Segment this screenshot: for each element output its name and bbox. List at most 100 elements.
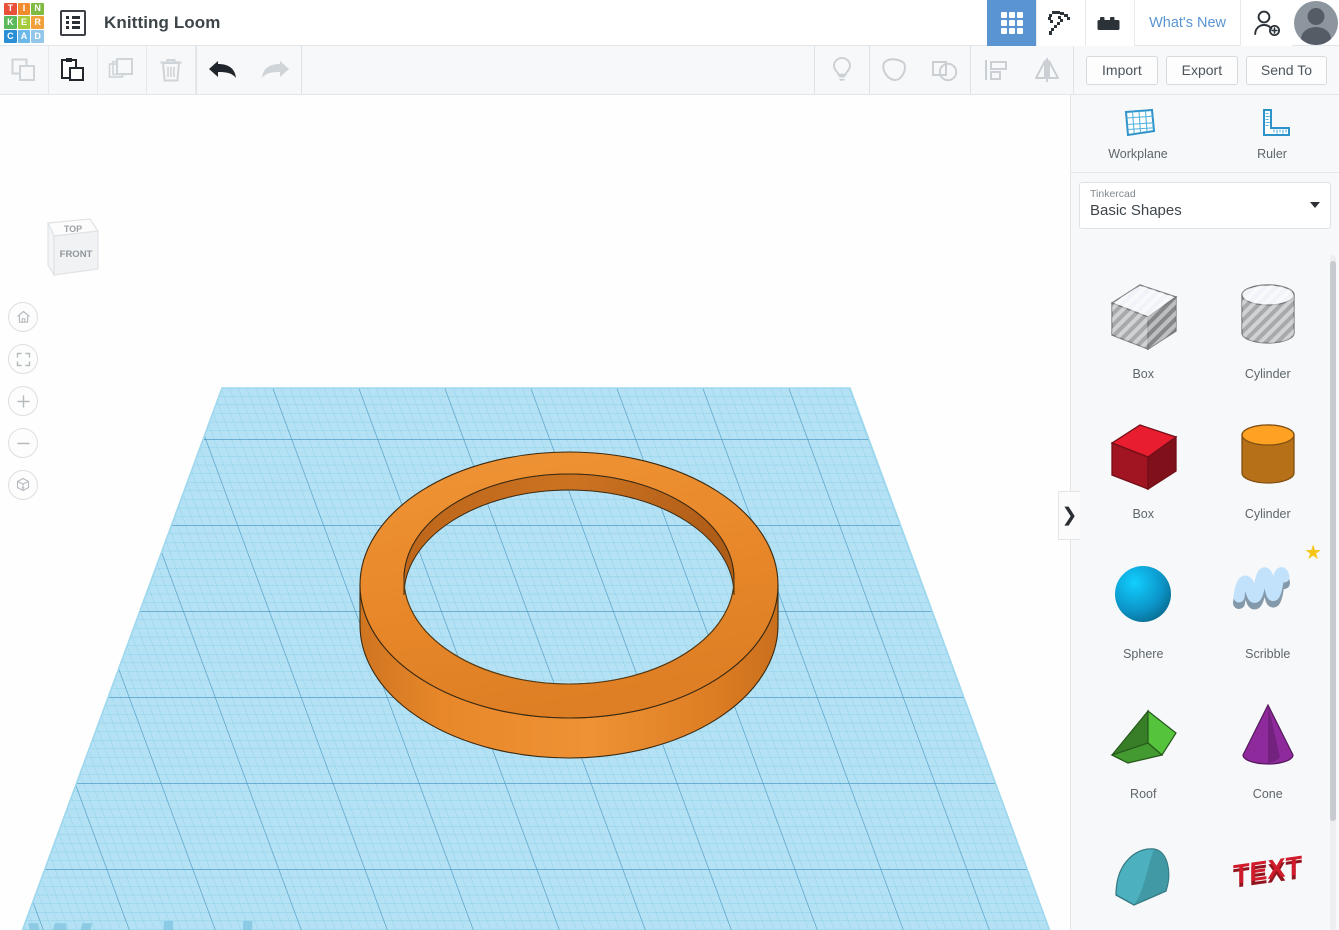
paste-button[interactable]	[49, 45, 98, 95]
ruler-tool-label: Ruler	[1257, 146, 1287, 161]
ruler-tool[interactable]: Ruler	[1205, 95, 1339, 172]
shape-sphere[interactable]: Sphere	[1081, 541, 1206, 681]
shape-cylinder-hole-label: Cylinder	[1244, 367, 1291, 381]
plus-icon	[16, 394, 30, 408]
logo-tile-r: R	[31, 16, 44, 29]
svg-text:TOP: TOP	[64, 224, 82, 234]
undo-button[interactable]	[197, 46, 249, 95]
list-menu-icon[interactable]	[60, 9, 86, 36]
workplane-tool[interactable]: Workplane	[1071, 95, 1205, 172]
logo-tile-i: I	[17, 2, 31, 16]
workplane-scene: Workplane	[0, 95, 1070, 930]
shape-list-scrollbar[interactable]	[1330, 261, 1336, 821]
minus-icon	[16, 442, 30, 444]
whats-new-link[interactable]: What's New	[1134, 0, 1240, 46]
shape-scribble[interactable]: ★ Scribble	[1206, 541, 1331, 681]
avatar-head	[1307, 7, 1325, 25]
shape-roof-thumbnail	[1100, 693, 1186, 779]
mirror-button[interactable]	[1021, 46, 1073, 95]
zoom-in-button[interactable]	[8, 386, 38, 416]
shape-library-group-label: Tinkercad	[1090, 188, 1136, 200]
trash-icon	[160, 59, 182, 82]
shape-cone[interactable]: Cone	[1206, 681, 1331, 821]
shape-box-hole[interactable]: Box	[1081, 261, 1206, 401]
shape-cylinder-hole-thumbnail	[1225, 273, 1311, 359]
logo-tile-n: N	[31, 2, 44, 16]
home-icon	[16, 310, 30, 323]
avatar-body	[1301, 26, 1331, 45]
fit-frame-icon	[16, 352, 30, 366]
shape-list[interactable]: Box Cylinder Box Cylinder Sphere ★ Scribb…	[1071, 255, 1339, 930]
view-cube[interactable]: TOP FRONT	[26, 213, 102, 293]
shape-sphere-label: Sphere	[1123, 647, 1164, 661]
align-button[interactable]	[971, 46, 1021, 95]
group-button[interactable]	[870, 46, 920, 95]
shape-round-roof[interactable]	[1081, 821, 1206, 930]
shape-library-value: Basic Shapes	[1090, 202, 1182, 219]
lego-brick-icon	[1097, 16, 1120, 30]
workplane-watermark: Workplane	[28, 909, 374, 930]
minecraft-tab[interactable]	[1036, 0, 1086, 46]
shape-box-solid[interactable]: Box	[1081, 401, 1206, 541]
shape-library-select[interactable]: Tinkercad Basic Shapes	[1079, 182, 1331, 229]
perspective-toggle-button[interactable]	[8, 470, 38, 500]
top-bar-right: What's New	[987, 0, 1339, 46]
shape-cone-thumbnail	[1225, 693, 1311, 779]
import-button[interactable]: Import	[1085, 55, 1158, 85]
pickaxe-icon	[1048, 10, 1071, 35]
shape-scribble-thumbnail	[1225, 553, 1311, 639]
shapes-panel: Workplane Ruler Tinkercad Basic Shapes B…	[1070, 95, 1339, 930]
collapse-panel-button[interactable]: ❯	[1058, 491, 1080, 540]
page-title: Knitting Loom	[104, 12, 221, 32]
shape-scribble-label: Scribble	[1245, 647, 1291, 661]
top-bar: TINKERCAD Knitting Loom What's New	[0, 0, 1339, 46]
export-button[interactable]: Export	[1165, 55, 1238, 85]
note-button[interactable]	[815, 46, 869, 95]
shape-box-hole-label: Box	[1132, 367, 1155, 381]
invite-people-button[interactable]	[1240, 0, 1292, 46]
mirror-flip-icon	[1034, 58, 1059, 82]
add-person-icon	[1253, 10, 1280, 36]
tinkercad-logo[interactable]: TIN KER CAD	[2, 1, 46, 45]
logo-tile-d: D	[31, 29, 44, 43]
shape-text-thumbnail: TEXT TEXT	[1225, 833, 1311, 919]
redo-arrow-icon	[262, 61, 289, 78]
logo-tile-a: A	[17, 29, 31, 43]
history-tools	[197, 46, 301, 95]
fit-to-view-button[interactable]	[8, 344, 38, 374]
featured-star-icon: ★	[1304, 542, 1322, 564]
duplicate-button[interactable]	[98, 45, 147, 95]
group-shapes-icon	[882, 58, 906, 81]
avatar[interactable]	[1294, 0, 1338, 45]
toolbar-divider-2	[301, 45, 302, 95]
delete-button[interactable]	[147, 45, 196, 95]
edit-toolbar: Import Export Send To	[0, 45, 1339, 95]
ungroup-shapes-icon	[931, 61, 958, 82]
copy-button[interactable]	[0, 45, 49, 95]
design-canvas[interactable]: Workplane TOP FRONT	[0, 95, 1070, 930]
logo-tile-e: E	[17, 16, 31, 29]
shape-cone-label: Cone	[1252, 787, 1283, 801]
duplicate-icon	[108, 58, 133, 78]
home-view-button[interactable]	[8, 302, 38, 332]
shape-cylinder-solid-thumbnail	[1225, 413, 1311, 499]
shape-box-hole-thumbnail	[1100, 273, 1186, 359]
grid-3x3-icon	[1000, 11, 1023, 34]
shape-cylinder-hole[interactable]: Cylinder	[1206, 261, 1331, 401]
shape-box-solid-thumbnail	[1100, 413, 1186, 499]
chevron-down-icon	[1310, 202, 1320, 208]
shape-round-roof-thumbnail	[1100, 833, 1186, 919]
zoom-out-button[interactable]	[8, 428, 38, 458]
shape-cylinder-solid[interactable]: Cylinder	[1206, 401, 1331, 541]
shape-text[interactable]: TEXT TEXT	[1206, 821, 1331, 930]
redo-button[interactable]	[249, 46, 301, 95]
shape-cylinder-solid-label: Cylinder	[1244, 507, 1291, 521]
circuits-tab[interactable]	[1085, 0, 1135, 46]
workplane-tool-label: Workplane	[1108, 146, 1168, 161]
shape-roof[interactable]: Roof	[1081, 681, 1206, 821]
3d-designs-tab[interactable]	[987, 0, 1037, 46]
copy-icon	[11, 58, 35, 81]
ungroup-button[interactable]	[920, 46, 970, 95]
logo-tile-k: K	[4, 16, 17, 29]
send-to-button[interactable]: Send To	[1245, 55, 1327, 85]
